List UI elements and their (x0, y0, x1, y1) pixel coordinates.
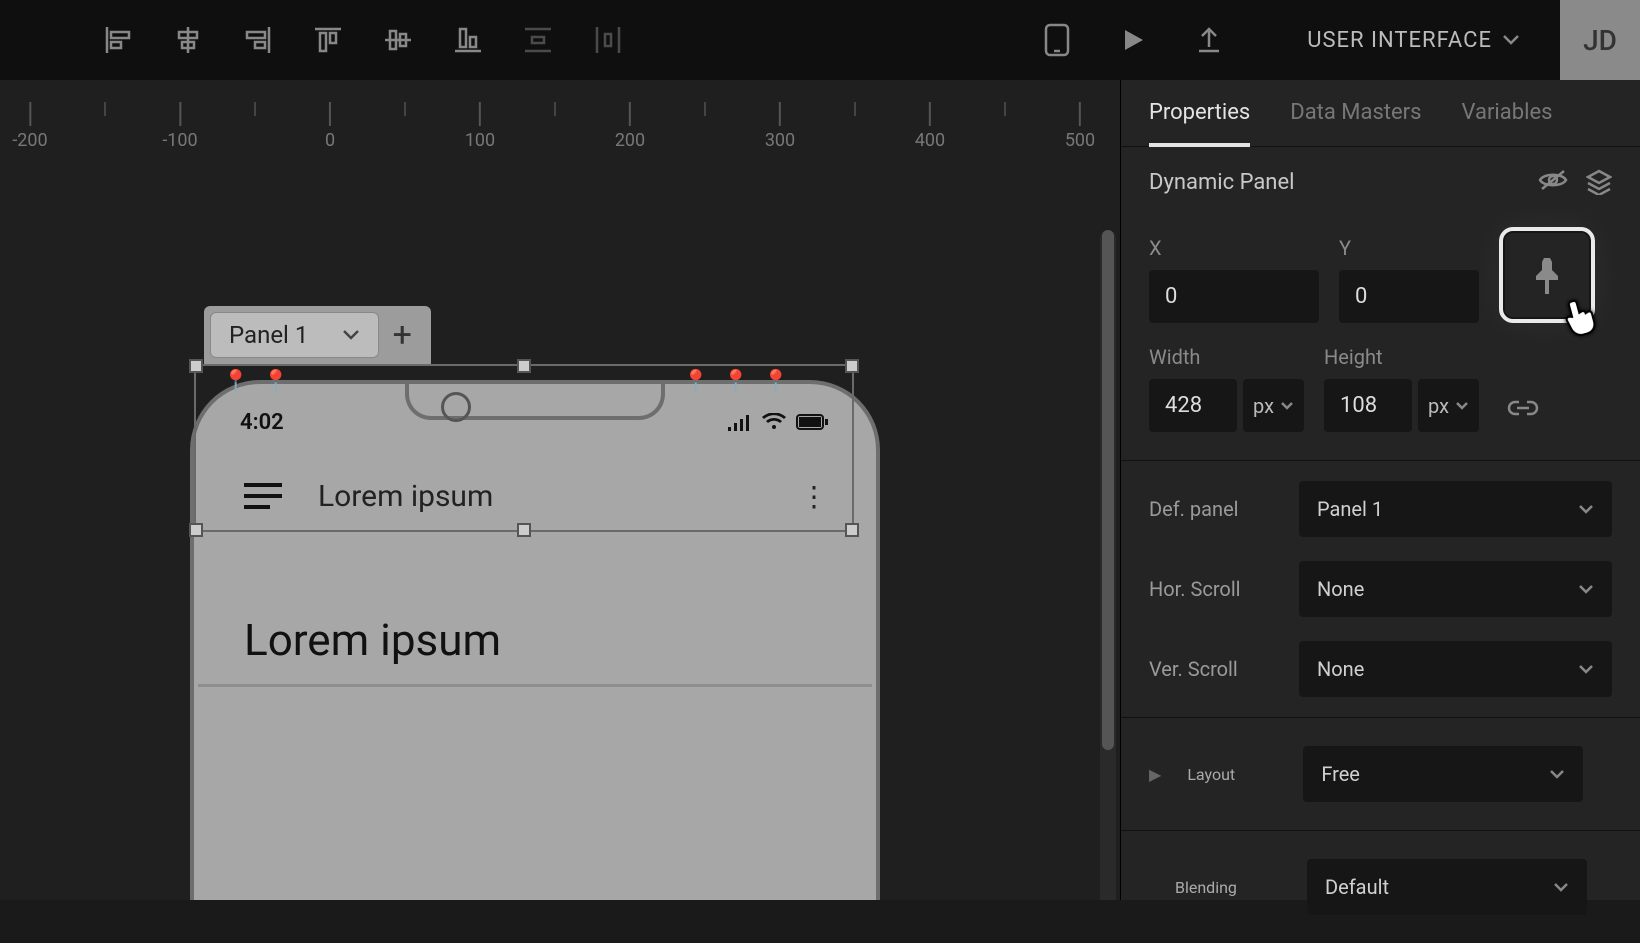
position-block: X Y Width (1121, 217, 1640, 461)
pin-icon: 📍 (222, 370, 249, 395)
tab-properties[interactable]: Properties (1149, 100, 1250, 147)
vscroll-select[interactable]: None (1299, 641, 1612, 697)
width-label: Width (1149, 345, 1304, 369)
top-toolbar: USER INTERFACE JD (0, 0, 1640, 80)
chevron-down-icon (1549, 769, 1565, 779)
panel-tabs: Properties Data Masters Variables (1121, 80, 1640, 147)
ui-mode-label: USER INTERFACE (1307, 28, 1492, 53)
toolbar-right-group: USER INTERFACE JD (1287, 0, 1640, 80)
blending-label: Blending (1175, 878, 1291, 897)
expand-layout-icon[interactable]: ▶ (1149, 765, 1161, 784)
distribute-h-icon[interactable] (590, 22, 626, 58)
layout-label: Layout (1187, 765, 1287, 784)
panel-chip-bar: Panel 1 + (204, 306, 431, 364)
cursor-hand-icon (1558, 289, 1608, 342)
pushpin-icon (1526, 254, 1568, 296)
add-panel-button[interactable]: + (379, 312, 425, 358)
layout-select[interactable]: Free (1303, 746, 1583, 802)
page-heading: Lorem ipsum (244, 614, 501, 666)
pin-icon: 📍 (682, 370, 709, 395)
x-input[interactable] (1149, 270, 1319, 323)
panel-chip-label: Panel 1 (229, 321, 308, 349)
ruler-tick: 300 (765, 102, 795, 151)
height-input[interactable] (1324, 379, 1412, 432)
upload-icon[interactable] (1191, 22, 1227, 58)
height-label: Height (1324, 345, 1479, 369)
preview-tools-group (1039, 22, 1227, 58)
ruler: -200 -100 0 100 200 300 400 500 (0, 80, 1120, 150)
width-input[interactable] (1149, 379, 1237, 432)
chevron-down-icon (1578, 584, 1594, 594)
chevron-down-icon (342, 329, 360, 341)
chevron-down-icon (1280, 401, 1294, 411)
device-icon[interactable] (1039, 22, 1075, 58)
tab-variables[interactable]: Variables (1461, 100, 1552, 146)
align-left-icon[interactable] (100, 22, 136, 58)
blending-select[interactable]: Default (1307, 859, 1587, 915)
distribute-v-icon[interactable] (520, 22, 556, 58)
panel-selector[interactable]: Panel 1 (210, 312, 379, 358)
x-label: X (1149, 236, 1319, 260)
layout-block: ▶ Layout Free (1121, 718, 1640, 831)
ruler-tick: 500 (1065, 102, 1095, 151)
vscroll-label: Ver. Scroll (1149, 657, 1279, 681)
hscroll-select[interactable]: None (1299, 561, 1612, 617)
ruler-tick: -200 (12, 102, 47, 151)
ruler-tick: 0 (325, 102, 335, 151)
avatar[interactable]: JD (1560, 0, 1640, 80)
ruler-tick: 100 (465, 102, 495, 151)
align-bottom-icon[interactable] (450, 22, 486, 58)
selected-type-label: Dynamic Panel (1149, 170, 1294, 195)
canvas[interactable]: -200 -100 0 100 200 300 400 500 Panel 1 … (0, 80, 1120, 900)
ruler-tick: 400 (915, 102, 945, 151)
pin-icon: 📍 (722, 370, 749, 395)
selection-outline[interactable]: 📍 📍 📍 📍 📍 (194, 364, 854, 532)
hscroll-label: Hor. Scroll (1149, 577, 1279, 601)
section-header: Dynamic Panel (1121, 147, 1640, 217)
pin-icon: 📍 (262, 370, 289, 395)
chevron-down-icon (1502, 34, 1520, 46)
canvas-scrollbar[interactable] (1100, 230, 1116, 900)
chevron-down-icon (1455, 401, 1469, 411)
play-icon[interactable] (1115, 22, 1151, 58)
align-middle-v-icon[interactable] (380, 22, 416, 58)
divider (198, 684, 872, 687)
hidden-icon[interactable] (1538, 169, 1568, 191)
chevron-down-icon (1553, 882, 1569, 892)
y-input[interactable] (1339, 270, 1479, 323)
link-size-button[interactable] (1499, 384, 1547, 432)
blending-block: Blending Default (1121, 831, 1640, 943)
ruler-tick: 200 (615, 102, 645, 151)
height-unit-select[interactable]: px (1418, 379, 1479, 432)
align-top-icon[interactable] (310, 22, 346, 58)
properties-panel: Properties Data Masters Variables Dynami… (1120, 80, 1640, 900)
tab-data-masters[interactable]: Data Masters (1290, 100, 1421, 146)
layers-icon[interactable] (1586, 169, 1612, 195)
ruler-tick: -100 (162, 102, 197, 151)
defpanel-label: Def. panel (1149, 497, 1279, 521)
chevron-down-icon (1578, 664, 1594, 674)
pin-position-button[interactable] (1499, 227, 1595, 323)
panel-options: Def. panel Panel 1 Hor. Scroll None Ver.… (1121, 461, 1640, 718)
width-unit-select[interactable]: px (1243, 379, 1304, 432)
chevron-down-icon (1578, 504, 1594, 514)
y-label: Y (1339, 236, 1479, 260)
defpanel-select[interactable]: Panel 1 (1299, 481, 1612, 537)
align-right-icon[interactable] (240, 22, 276, 58)
pin-icon: 📍 (762, 370, 789, 395)
align-tools-group (100, 22, 626, 58)
ui-mode-dropdown[interactable]: USER INTERFACE (1287, 28, 1540, 53)
align-center-h-icon[interactable] (170, 22, 206, 58)
